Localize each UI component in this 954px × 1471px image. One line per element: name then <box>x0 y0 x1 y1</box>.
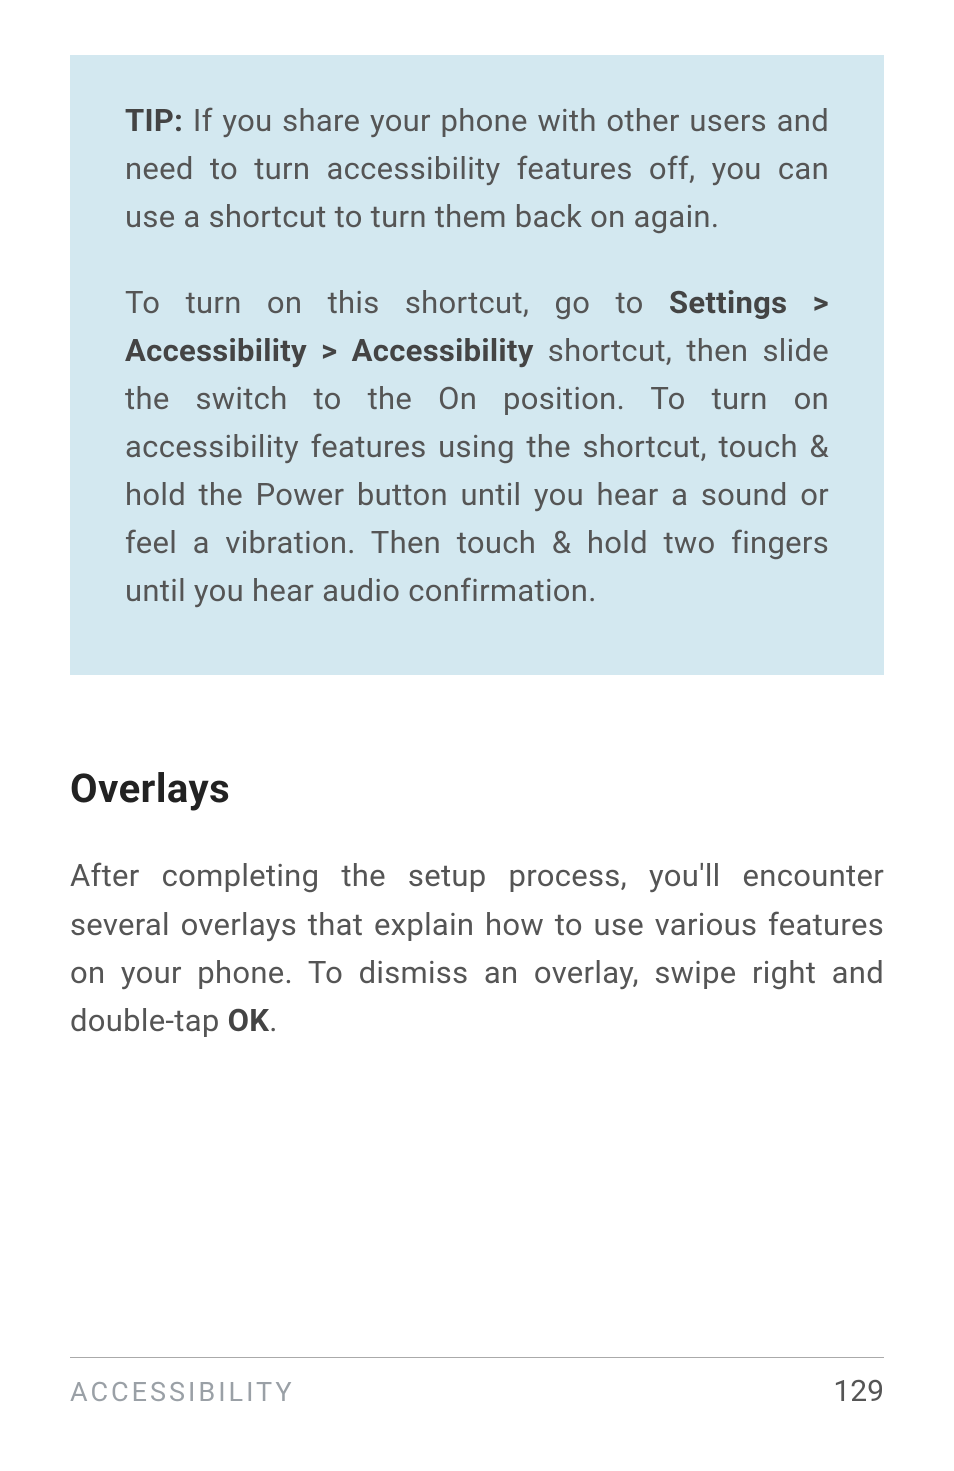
tip-paragraph-1: TIP: If you share your phone with other … <box>125 97 829 241</box>
overlays-body-paragraph: After completing the setup process, you'… <box>70 852 884 1044</box>
overlays-text-after: . <box>269 1002 277 1039</box>
tip-callout-box: TIP: If you share your phone with other … <box>70 55 884 675</box>
footer-page-number: 129 <box>833 1374 884 1409</box>
tip-text-2-before: To turn on this shortcut, go to <box>125 284 669 321</box>
page-footer: ACCESSIBILITY 129 <box>70 1357 884 1409</box>
tip-label: TIP: <box>125 102 183 139</box>
tip-text-2-after: shortcut, then slide the switch to the O… <box>125 332 829 609</box>
section-heading-overlays: Overlays <box>70 765 884 812</box>
tip-paragraph-2: To turn on this shortcut, go to Settings… <box>125 279 829 615</box>
document-page: TIP: If you share your phone with other … <box>0 0 954 1471</box>
overlays-text-before: After completing the setup process, you'… <box>70 857 884 1038</box>
overlays-ok-bold: OK <box>228 1002 270 1039</box>
tip-text-1: If you share your phone with other users… <box>125 102 829 235</box>
footer-section-label: ACCESSIBILITY <box>70 1376 295 1408</box>
